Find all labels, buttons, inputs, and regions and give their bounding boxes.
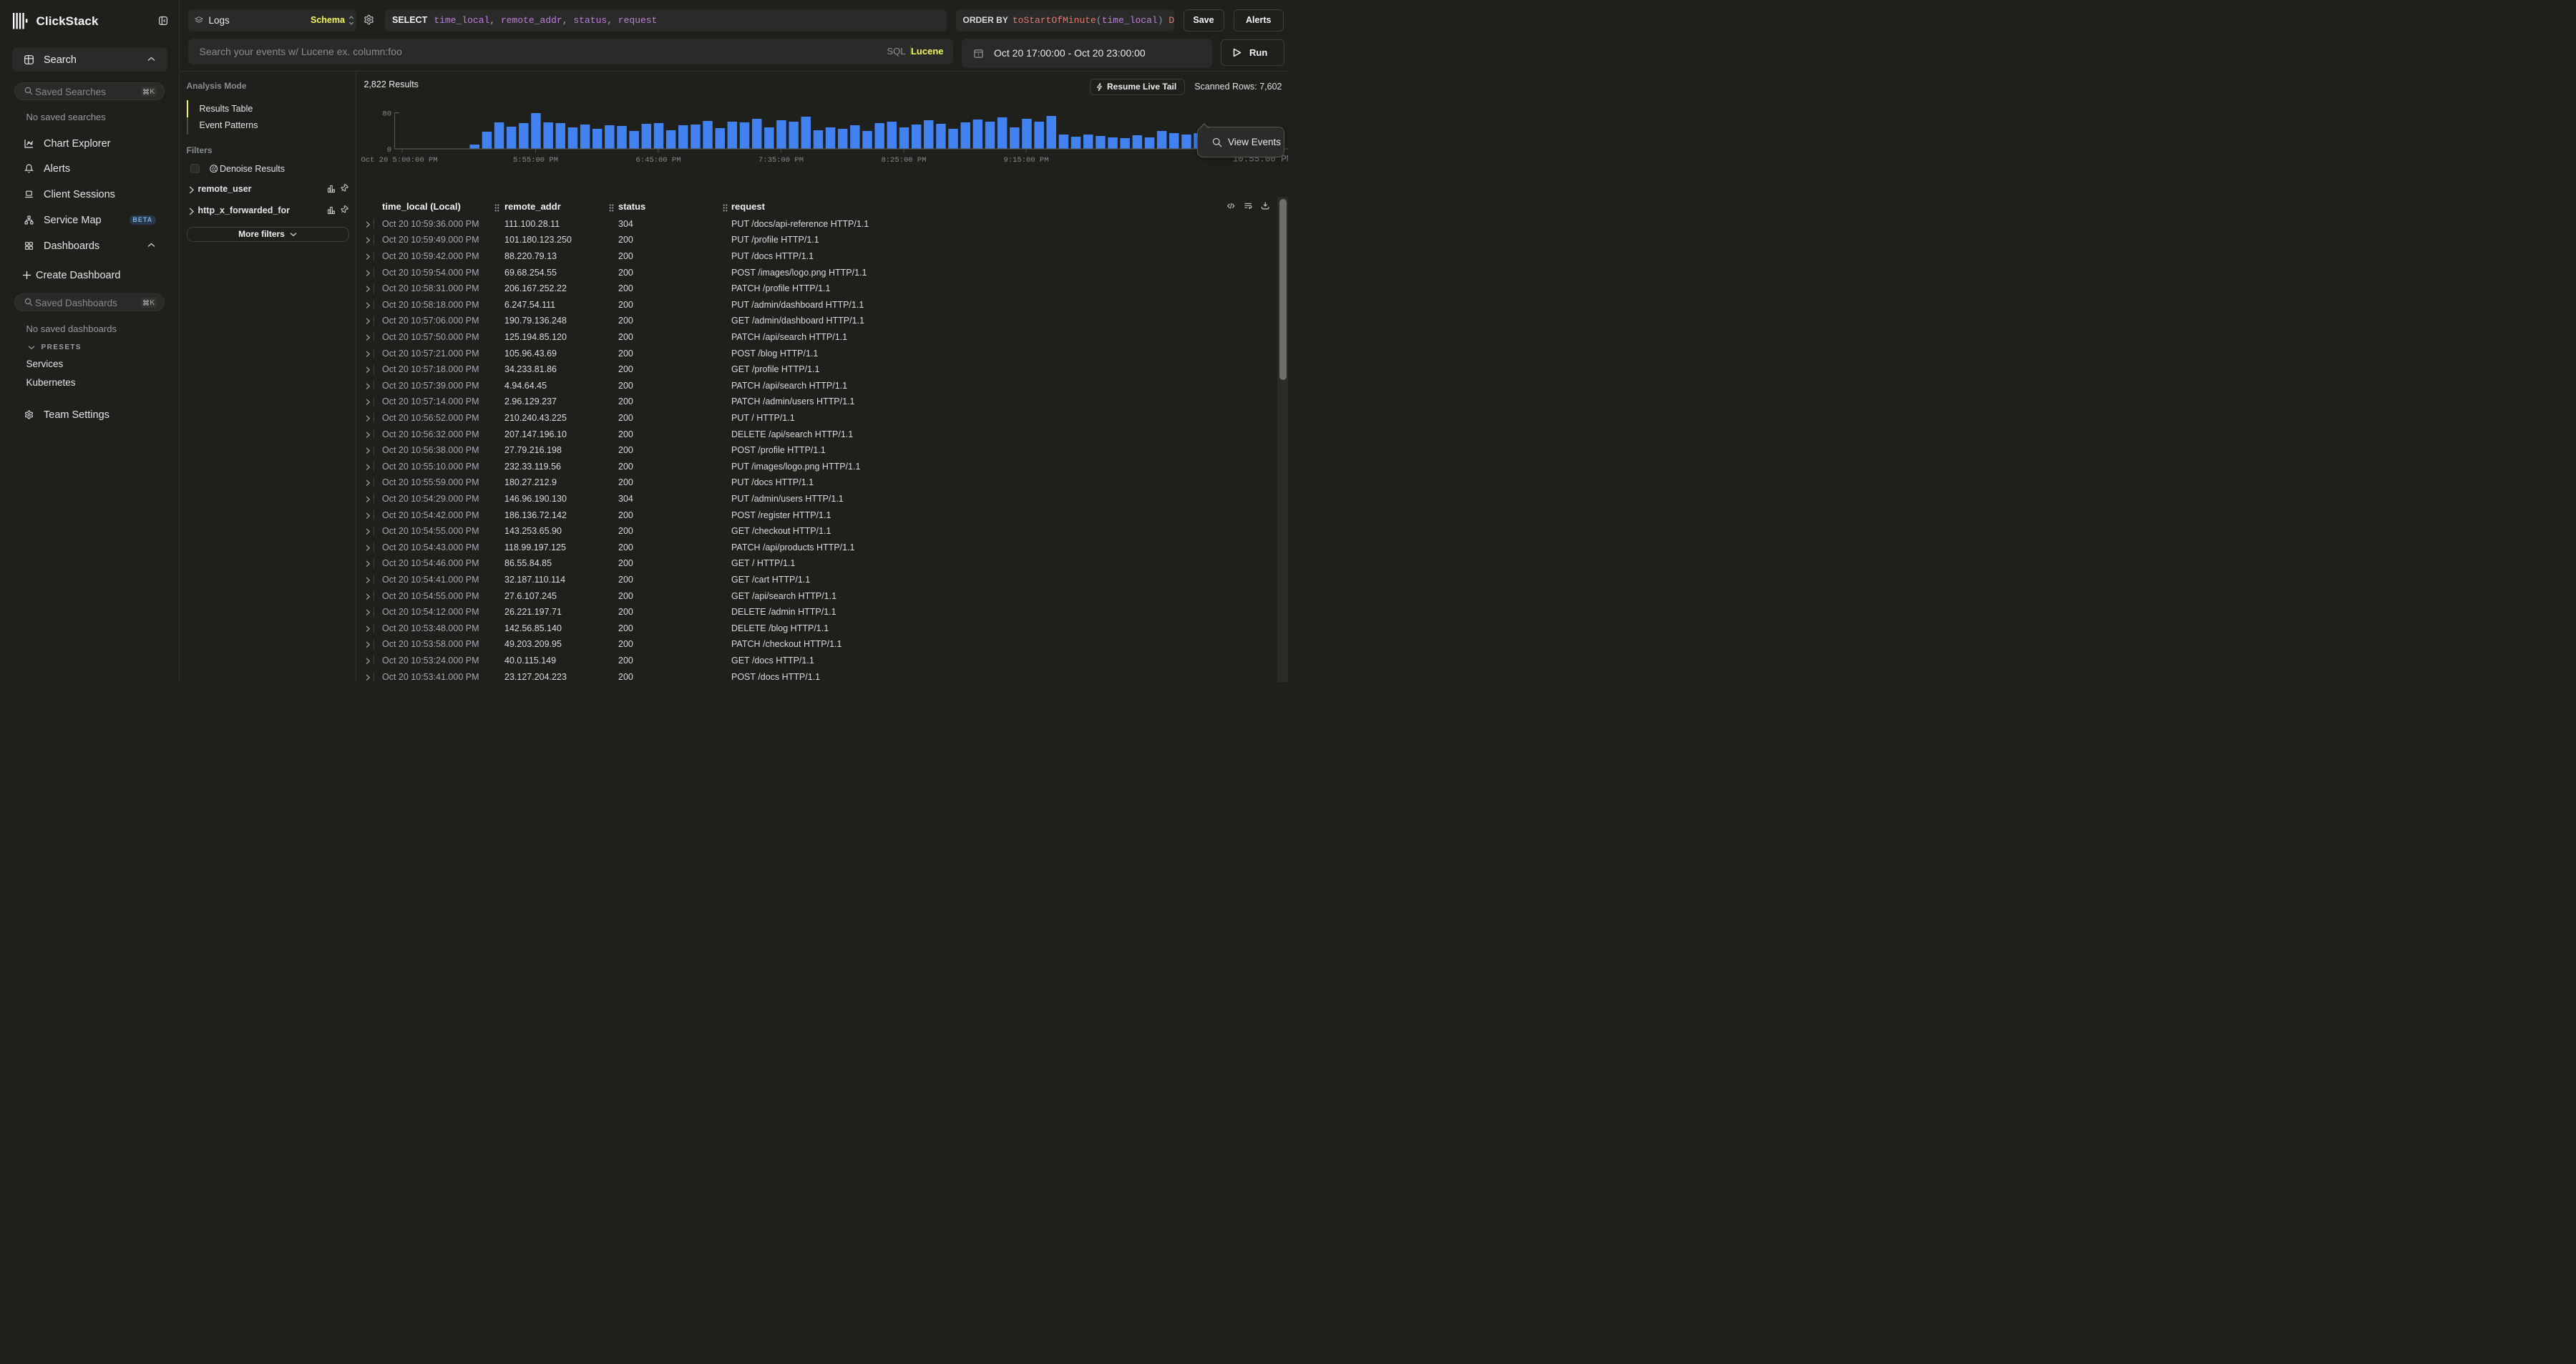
svg-text:7:35:00 PM: 7:35:00 PM: [758, 156, 804, 165]
svg-text:6:45:00 PM: 6:45:00 PM: [635, 156, 680, 165]
svg-text:5:55:00 PM: 5:55:00 PM: [513, 156, 558, 165]
svg-text:80: 80: [382, 110, 391, 119]
svg-text:1: 1: [977, 53, 980, 57]
svg-text:9:15:00 PM: 9:15:00 PM: [1003, 156, 1048, 165]
svg-text:0: 0: [387, 146, 391, 155]
svg-text:Oct 20 5:00:00 PM: Oct 20 5:00:00 PM: [361, 156, 437, 165]
svg-text:8:25:00 PM: 8:25:00 PM: [881, 156, 926, 165]
